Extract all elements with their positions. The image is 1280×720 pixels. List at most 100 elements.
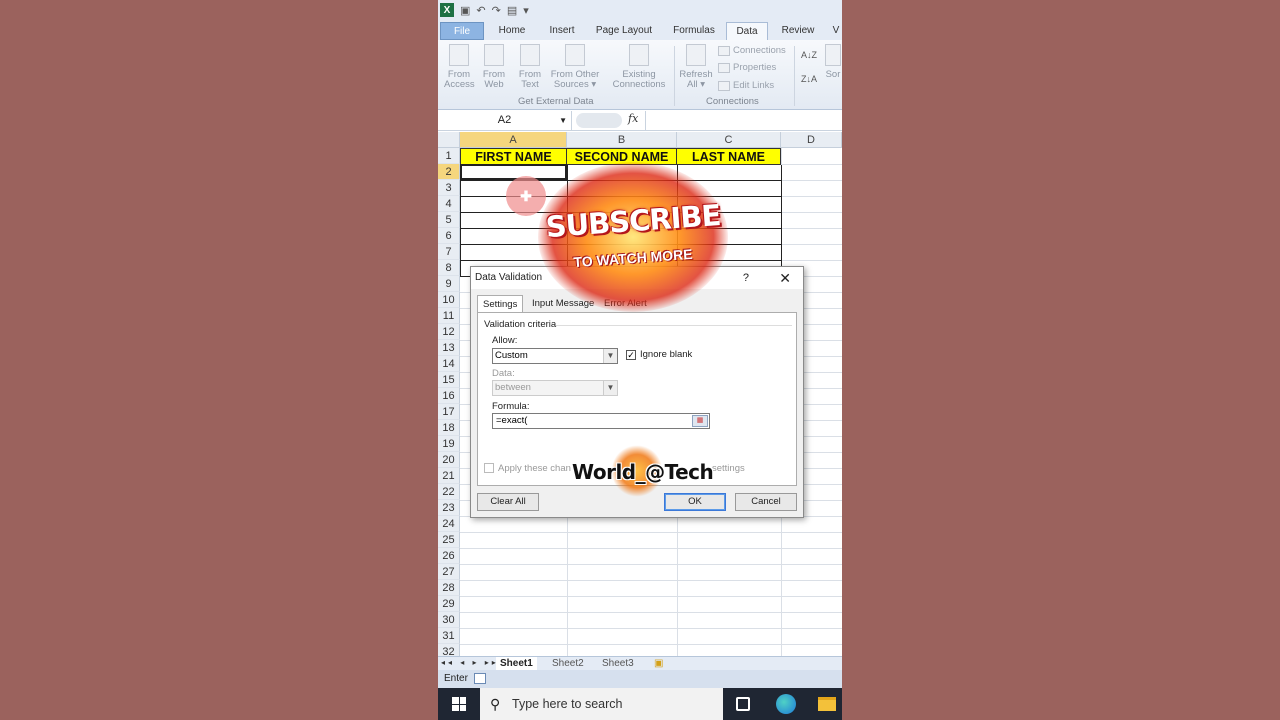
row-header[interactable]: 18 <box>438 420 460 436</box>
row-header[interactable]: 20 <box>438 452 460 468</box>
allow-select[interactable]: Custom ▼ <box>492 348 618 364</box>
group-connections: Connections <box>706 96 759 107</box>
apply-all-checkbox <box>484 463 494 473</box>
formula-input[interactable] <box>645 111 842 130</box>
tab-view[interactable]: V <box>830 22 842 40</box>
macro-record-icon[interactable] <box>474 673 486 684</box>
sort-za-icon[interactable]: Z↓A <box>801 74 817 84</box>
tab-data[interactable]: Data <box>726 22 768 40</box>
ignore-blank-checkbox[interactable]: ✓ <box>626 350 636 360</box>
row-header[interactable]: 10 <box>438 292 460 308</box>
row-header[interactable]: 30 <box>438 612 460 628</box>
row-header[interactable]: 29 <box>438 596 460 612</box>
row-header[interactable]: 21 <box>438 468 460 484</box>
file-explorer-icon[interactable] <box>818 697 836 711</box>
column-header-a[interactable]: A <box>460 132 567 148</box>
tab-formulas[interactable]: Formulas <box>670 22 718 40</box>
sheet-nav-arrows[interactable]: ◂◂ ◂ ▸ ▸▸ <box>441 658 499 667</box>
windows-start-icon[interactable] <box>452 697 466 711</box>
existing-connections-button[interactable]: Existing Connections <box>610 44 668 90</box>
row-header[interactable]: 24 <box>438 516 460 532</box>
tab-home[interactable]: Home <box>494 22 530 40</box>
row-header[interactable]: 15 <box>438 372 460 388</box>
row-header[interactable]: 23 <box>438 500 460 516</box>
taskbar-search-box[interactable]: ⚲ Type here to search <box>480 688 723 720</box>
sheet-tab-sheet1[interactable]: Sheet1 <box>496 657 537 670</box>
row-header[interactable]: 25 <box>438 532 460 548</box>
row-header[interactable]: 31 <box>438 628 460 644</box>
row-header[interactable]: 28 <box>438 580 460 596</box>
column-header-c[interactable]: C <box>677 132 781 148</box>
row-header[interactable]: 6 <box>438 228 460 244</box>
table-border-vertical <box>781 165 782 276</box>
row-gridline <box>460 612 842 613</box>
name-box[interactable]: A2 ▼ <box>438 111 572 130</box>
chevron-down-icon[interactable]: ▼ <box>559 111 567 130</box>
select-all-corner[interactable] <box>438 132 460 148</box>
properties-button[interactable]: Properties <box>718 62 776 73</box>
sort-button[interactable]: Sor <box>822 44 842 80</box>
row-header[interactable]: 27 <box>438 564 460 580</box>
formula-field[interactable]: =exact(▦ <box>492 413 710 429</box>
save-icon[interactable]: ▣ <box>460 4 470 17</box>
edge-browser-icon[interactable] <box>776 694 796 714</box>
help-icon[interactable]: ? <box>743 267 749 289</box>
row-header[interactable]: 7 <box>438 244 460 260</box>
row-header[interactable]: 12 <box>438 324 460 340</box>
row-header[interactable]: 17 <box>438 404 460 420</box>
redo-icon[interactable]: ↷ <box>492 4 501 17</box>
row-gridline <box>460 564 842 565</box>
form-icon[interactable]: ▤ <box>507 4 517 17</box>
sheet-tab-sheet3[interactable]: Sheet3 <box>602 657 634 670</box>
from-other-sources-button[interactable]: From Other Sources ▾ <box>548 44 602 90</box>
row-header[interactable]: 13 <box>438 340 460 356</box>
tab-file[interactable]: File <box>440 22 484 40</box>
from-text-button[interactable]: From Text <box>516 44 544 90</box>
tab-page-layout[interactable]: Page Layout <box>592 22 656 40</box>
sheet-tab-sheet2[interactable]: Sheet2 <box>552 657 584 670</box>
insert-sheet-icon[interactable]: ▣ <box>654 657 663 670</box>
from-access-button[interactable]: From Access <box>444 44 475 90</box>
row-header[interactable]: 2 <box>438 164 460 180</box>
range-select-icon[interactable]: ▦ <box>692 415 708 427</box>
row-header[interactable]: 5 <box>438 212 460 228</box>
row-gridline <box>460 532 842 533</box>
tab-review[interactable]: Review <box>778 22 818 40</box>
cancel-button[interactable]: Cancel <box>735 493 797 511</box>
row-header[interactable]: 11 <box>438 308 460 324</box>
properties-icon <box>718 62 730 73</box>
row-header[interactable]: 22 <box>438 484 460 500</box>
row-header[interactable]: 3 <box>438 180 460 196</box>
tab-settings[interactable]: Settings <box>477 295 524 313</box>
from-web-button[interactable]: From Web <box>480 44 508 90</box>
tab-insert[interactable]: Insert <box>542 22 582 40</box>
connections-button[interactable]: Connections <box>718 45 786 56</box>
status-bar: Enter <box>438 670 842 688</box>
refresh-all-button[interactable]: Refresh All ▾ <box>678 44 714 90</box>
row-header[interactable]: 19 <box>438 436 460 452</box>
column-header-d[interactable]: D <box>781 132 842 148</box>
row-header[interactable]: 8 <box>438 260 460 276</box>
row-header[interactable]: 16 <box>438 388 460 404</box>
connections-icon <box>718 45 730 56</box>
row-header[interactable]: 1 <box>438 148 460 164</box>
close-icon[interactable]: ✕ <box>779 267 791 289</box>
row-header[interactable]: 4 <box>438 196 460 212</box>
row-header[interactable]: 26 <box>438 548 460 564</box>
row-header[interactable]: 14 <box>438 356 460 372</box>
sort-az-icon[interactable]: A↓Z <box>801 50 817 60</box>
undo-icon[interactable]: ↶ <box>476 4 485 17</box>
ribbon: From Access From Web From Text From Other So… <box>438 40 842 110</box>
row-gridline <box>460 644 842 645</box>
row-gridline <box>460 596 842 597</box>
sort-icon <box>825 44 841 66</box>
chevron-down-icon[interactable]: ▼ <box>603 349 617 363</box>
column-header-b[interactable]: B <box>567 132 677 148</box>
customize-qat-icon[interactable]: ▾ <box>523 4 529 17</box>
task-view-icon[interactable] <box>736 697 750 711</box>
group-get-external-data: Get External Data <box>518 96 594 107</box>
edit-links-button[interactable]: Edit Links <box>718 80 774 91</box>
insert-function-icon[interactable]: fx <box>628 112 638 125</box>
clear-all-button[interactable]: Clear All <box>477 493 539 511</box>
row-header[interactable]: 9 <box>438 276 460 292</box>
